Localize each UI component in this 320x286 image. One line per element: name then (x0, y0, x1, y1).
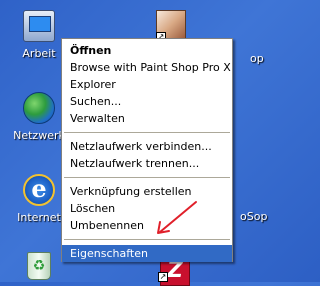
desktop-edge-label: op (250, 52, 264, 65)
menu-item-rename[interactable]: Umbenennen (62, 217, 232, 234)
menu-item-open[interactable]: Öffnen (62, 42, 232, 59)
menu-item-manage[interactable]: Verwalten (62, 110, 232, 127)
annotation-arrow-icon (157, 201, 197, 234)
menu-item-explorer[interactable]: Explorer (62, 76, 232, 93)
desktop-icon-label: Arbeit (22, 47, 56, 60)
menu-item-properties[interactable]: Eigenschaften (62, 245, 232, 262)
recycle-bin-icon (27, 252, 51, 280)
internet-explorer-icon (23, 174, 55, 206)
menu-item-browse-paint-shop[interactable]: Browse with Paint Shop Pro X (62, 59, 232, 76)
menu-separator (64, 177, 230, 178)
desktop-icon-label: Netzwerk (13, 129, 65, 142)
desktop-icon-label: Internet (17, 211, 61, 224)
menu-item-delete[interactable]: Löschen (62, 200, 232, 217)
context-menu: Öffnen Browse with Paint Shop Pro X Expl… (61, 38, 233, 262)
network-places-icon (23, 92, 55, 124)
menu-item-disconnect-network-drive[interactable]: Netzlaufwerk trennen... (62, 155, 232, 172)
menu-item-create-shortcut[interactable]: Verknüpfung erstellen (62, 183, 232, 200)
menu-separator (64, 239, 230, 240)
shortcut-arrow-icon: ↗ (158, 272, 168, 282)
menu-separator (64, 132, 230, 133)
desktop-edge-label: oSop (240, 210, 268, 223)
menu-item-search[interactable]: Suchen... (62, 93, 232, 110)
my-computer-icon (23, 10, 55, 42)
menu-item-map-network-drive[interactable]: Netzlaufwerk verbinden... (62, 138, 232, 155)
recycle-bin-wrapper (27, 252, 51, 280)
